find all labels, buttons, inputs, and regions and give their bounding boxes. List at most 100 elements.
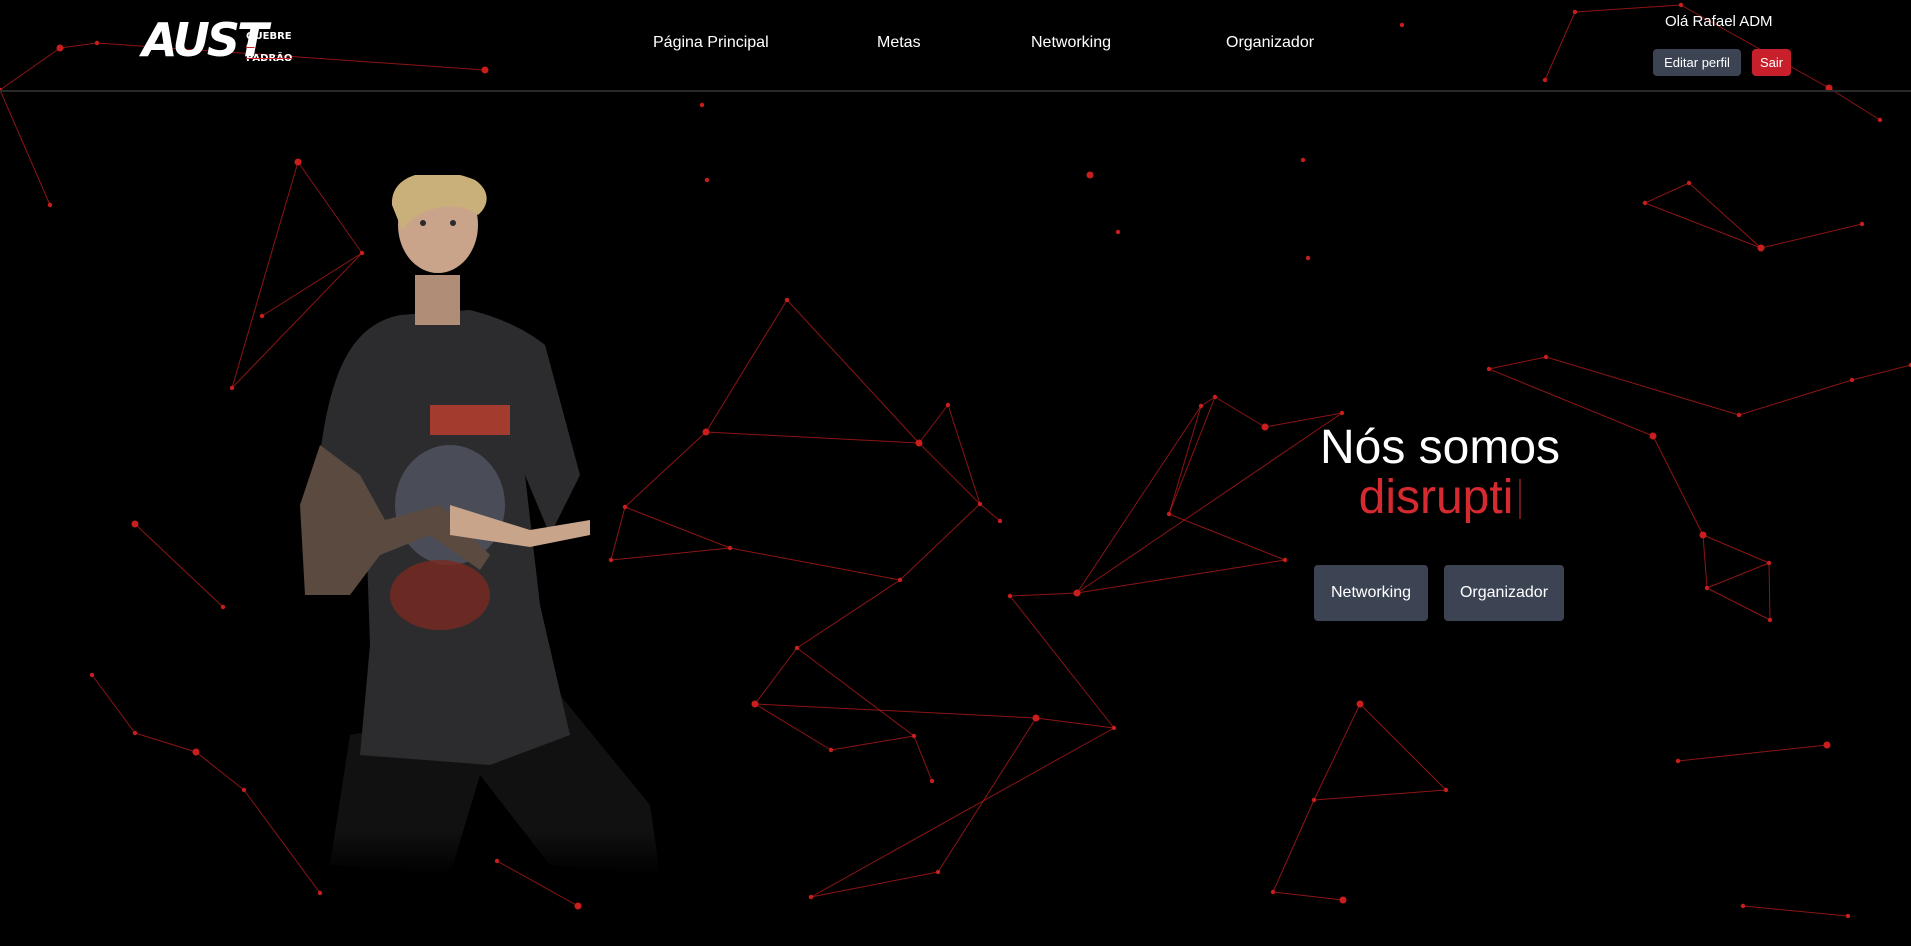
particle-link [1313,789,1447,801]
particle-dot [220,604,226,610]
particle-link [810,727,1115,898]
particle-link [796,647,915,737]
nav-link-networking[interactable]: Networking [1031,32,1111,54]
particle-dot [1339,896,1347,904]
particle-dot [241,787,247,793]
particle-dot [828,747,834,753]
particle-dot [1198,403,1204,409]
particle-dot [1086,171,1094,179]
particle-dot [1642,200,1648,206]
particle-link [979,503,1001,522]
particle-link [1545,356,1740,416]
nav-link-organizador[interactable]: Organizador [1226,32,1314,54]
particle-link [0,89,51,206]
particle-dot [727,545,733,551]
particle-link [1076,405,1202,594]
particle-dot [897,577,903,583]
particle-dot [751,700,759,708]
particle-link [1272,891,1344,901]
particle-dot [1704,585,1710,591]
particle-dot [808,894,814,900]
particle-link [918,404,949,444]
particle-link [705,299,788,433]
particle-dot [1675,758,1681,764]
particle-dot [1282,557,1288,563]
particle-dot [1339,410,1345,416]
particle-dot [47,202,53,208]
logo-tagline-line2: O PADRÃO [246,42,293,64]
particle-dot [794,645,800,651]
particle-dot [1212,394,1218,400]
particle-dot [1766,560,1772,566]
particle-dot [1699,531,1707,539]
particle-dot [294,158,302,166]
particle-link [1272,799,1315,893]
particle-link [754,647,798,705]
particle-dot [89,672,95,678]
particle-dot [702,428,710,436]
particle-dot [1740,903,1746,909]
particle-link [754,703,1037,719]
particle-link [729,547,901,581]
particle-link [1688,182,1762,249]
particle-dot [1356,700,1364,708]
logout-button[interactable]: Sair [1752,49,1791,76]
particle-network-background [0,2,1911,919]
particle-dot [929,778,935,784]
edit-profile-button[interactable]: Editar perfil [1653,49,1741,76]
particle-dot [1166,511,1172,517]
particle-dot [911,733,917,739]
nav-link-home[interactable]: Página Principal [653,32,769,54]
particle-dot [704,177,710,183]
particle-link [1168,396,1216,515]
particle-dot [259,313,265,319]
hero-typed-word: disrupti [1358,471,1514,524]
particle-dot [1305,255,1311,261]
particle-link [1677,744,1828,762]
particle-dot [1649,432,1657,440]
particle-dot [1767,617,1773,623]
particle-dot [574,902,582,910]
particle-dot [1261,423,1269,431]
particle-link [1214,396,1266,428]
particle-link [1851,364,1911,381]
particle-link [1706,587,1771,621]
particle-link [1652,435,1704,536]
particle-dot [192,748,200,756]
particle-dot [1111,725,1117,731]
brand-logo[interactable]: AUST QUEBRE O PADRÃO [142,16,302,68]
particle-dot [132,730,138,736]
particle-link [937,717,1037,873]
hero-organizador-button[interactable]: Organizador [1444,565,1564,621]
particle-link [1768,562,1771,621]
hero-title: Nós somos [1319,421,1561,474]
particle-dot [1859,221,1865,227]
particle-dot [915,439,923,447]
particle-link [1359,703,1447,791]
typing-cursor [1519,479,1522,519]
particle-dot [1073,589,1081,597]
particle-dot [229,385,235,391]
particle-dot [1736,412,1742,418]
particle-link [913,735,933,782]
particle-dot [1270,889,1276,895]
particle-dot [1443,787,1449,793]
particle-link [1168,405,1202,515]
particle-link [796,579,901,649]
particle-dot [997,518,1003,524]
particle-dot [935,869,941,875]
particle-link [1488,356,1547,370]
particle-link [91,674,136,734]
particle-dot [131,520,139,528]
particle-link [1706,562,1770,589]
particle-link [1009,595,1115,729]
nav-link-metas[interactable]: Metas [877,32,921,54]
particle-link [134,523,224,608]
particle-dot [1543,354,1549,360]
particle-link [1076,559,1286,594]
particle-dot [1845,913,1851,919]
hero-networking-button[interactable]: Networking [1314,565,1428,621]
user-greeting: Olá Rafael ADM [1665,13,1773,30]
particle-dot [1007,593,1013,599]
particle-dot [1877,117,1883,123]
